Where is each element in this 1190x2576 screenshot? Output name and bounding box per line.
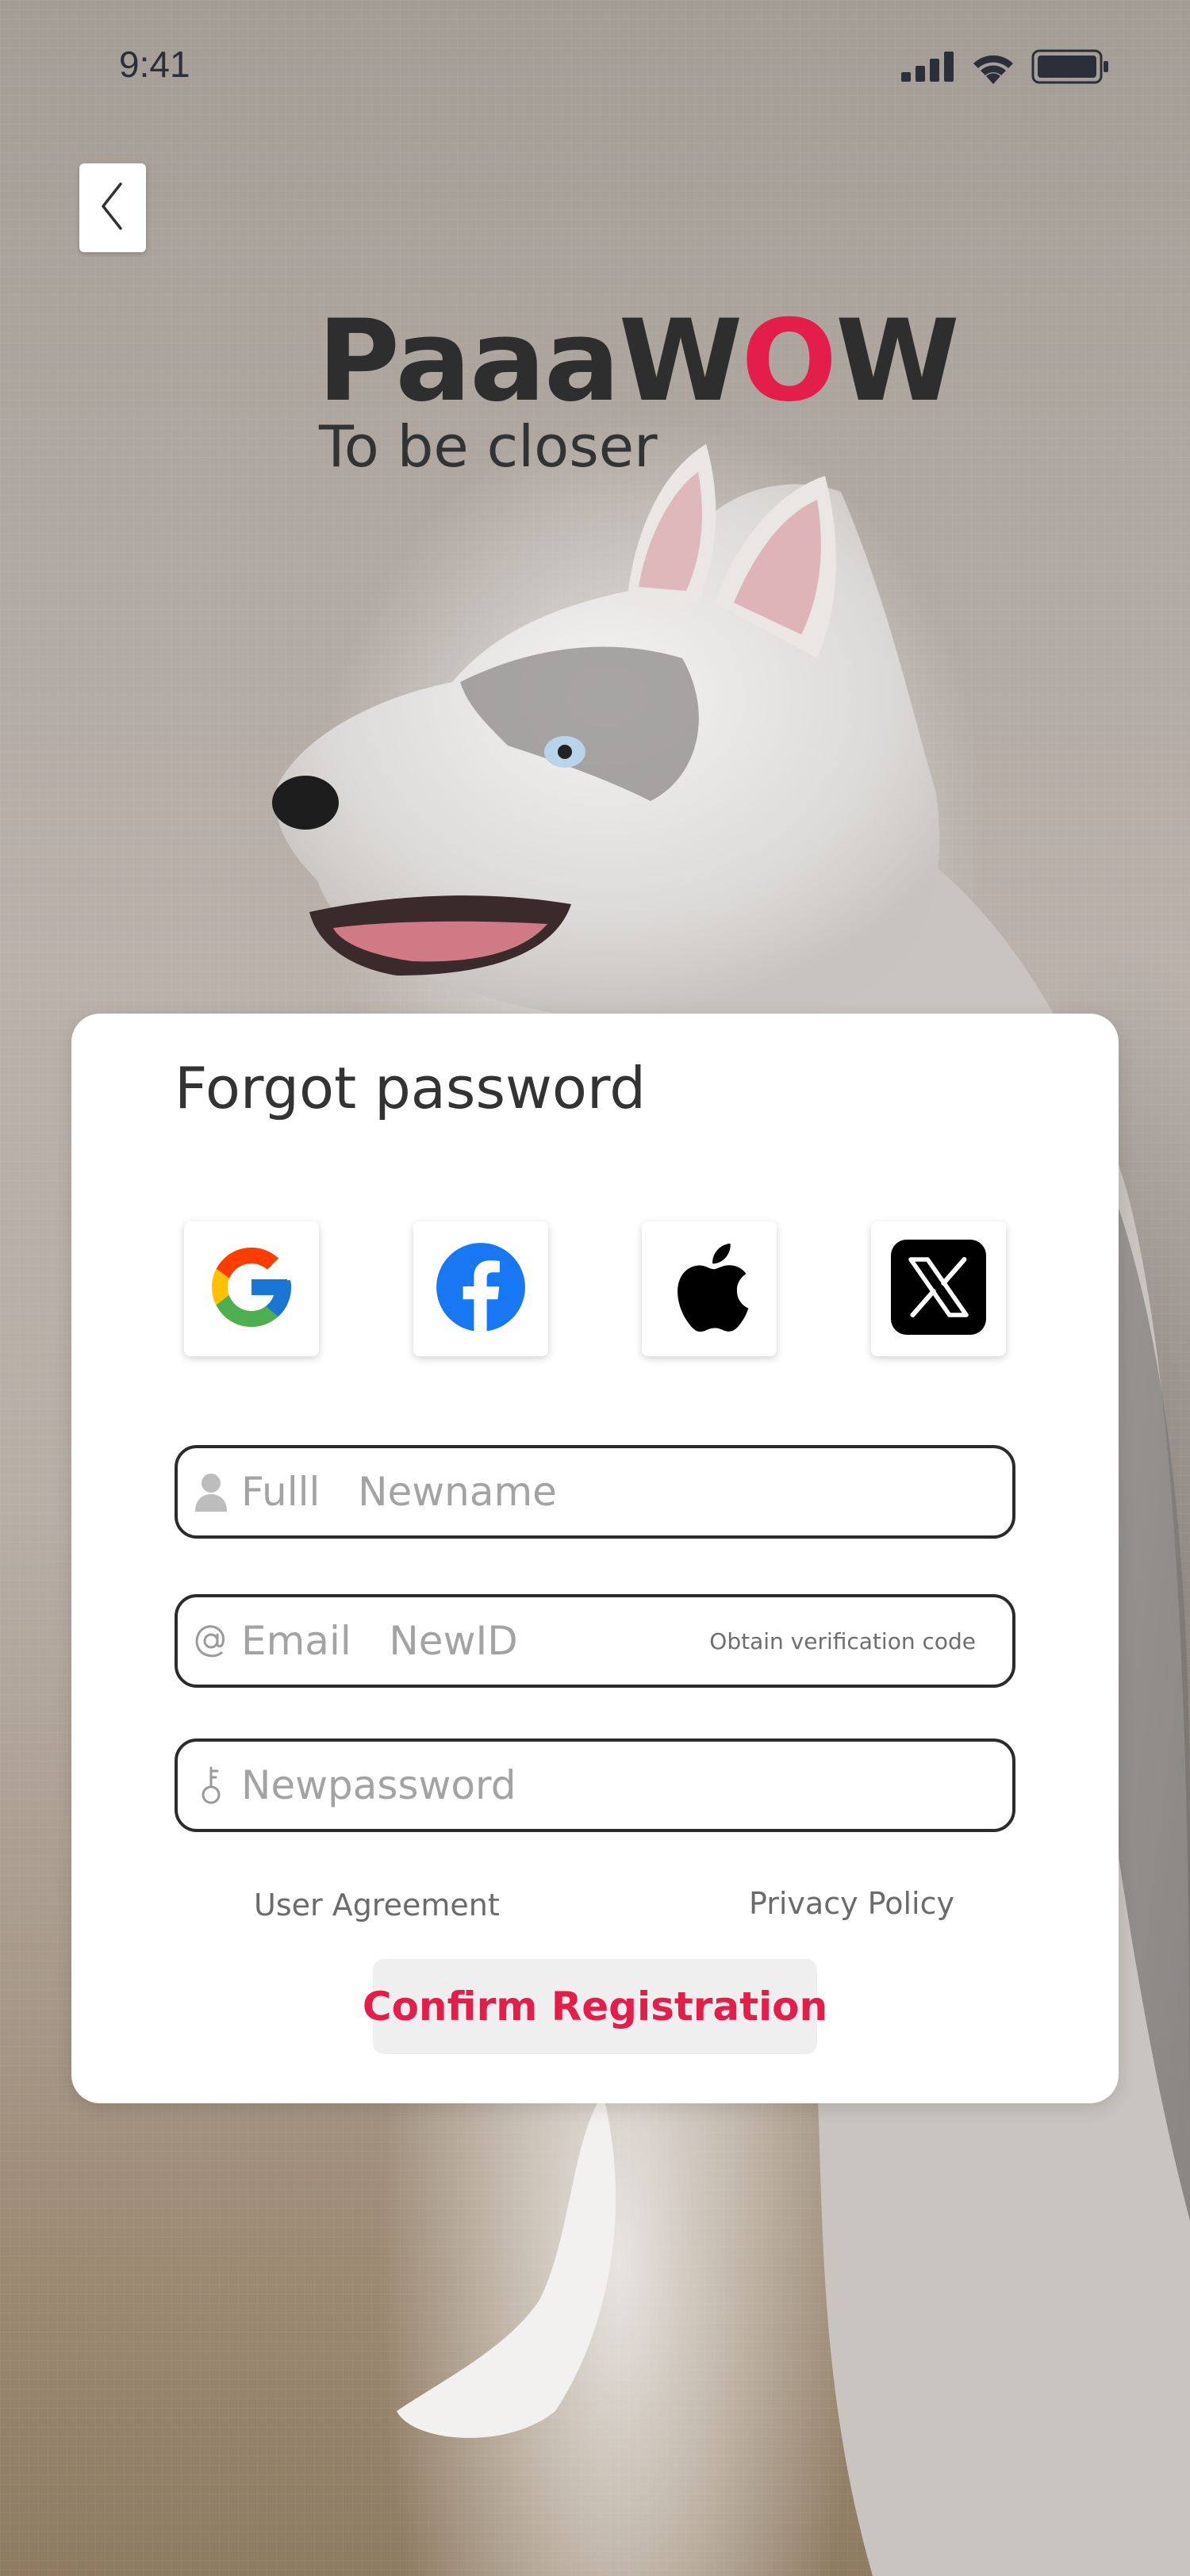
social-login-row	[184, 1221, 1006, 1356]
brand: PaaaWOW To be closer	[317, 296, 960, 481]
wifi-icon	[969, 49, 1017, 88]
brand-logo: PaaaWOW	[317, 296, 960, 427]
battery-icon	[1031, 49, 1111, 88]
password-input[interactable]	[240, 1761, 1012, 1809]
cellular-signal-icon	[901, 52, 955, 86]
facebook-login-button[interactable]	[413, 1221, 548, 1356]
email-input[interactable]	[240, 1617, 710, 1665]
full-name-field[interactable]	[175, 1445, 1015, 1539]
privacy-policy-link[interactable]: Privacy Policy	[749, 1886, 954, 1921]
status-time: 9:41	[119, 44, 190, 85]
facebook-icon	[432, 1239, 529, 1340]
user-icon	[192, 1472, 230, 1512]
at-icon	[192, 1623, 230, 1658]
back-button[interactable]	[79, 163, 146, 252]
apple-login-button[interactable]	[642, 1221, 777, 1356]
apple-icon	[666, 1237, 753, 1341]
key-icon	[192, 1765, 230, 1806]
password-field[interactable]	[175, 1738, 1015, 1832]
full-name-input[interactable]	[240, 1468, 1012, 1516]
google-icon	[204, 1240, 299, 1339]
obtain-verification-code-button[interactable]: Obtain verification code	[709, 1628, 976, 1654]
page-title: Forgot password	[175, 1055, 646, 1121]
chevron-left-icon	[97, 181, 129, 236]
status-icons	[901, 49, 1111, 88]
email-field[interactable]: Obtain verification code	[175, 1594, 1015, 1688]
user-agreement-link[interactable]: User Agreement	[254, 1888, 500, 1922]
confirm-registration-button[interactable]: Confirm Registration	[363, 1959, 827, 2054]
x-login-button[interactable]	[870, 1221, 1006, 1356]
google-login-button[interactable]	[184, 1221, 319, 1356]
x-icon	[890, 1239, 986, 1339]
forgot-password-card: Forgot password Fulll Newname Email NewI…	[71, 1014, 1119, 2103]
